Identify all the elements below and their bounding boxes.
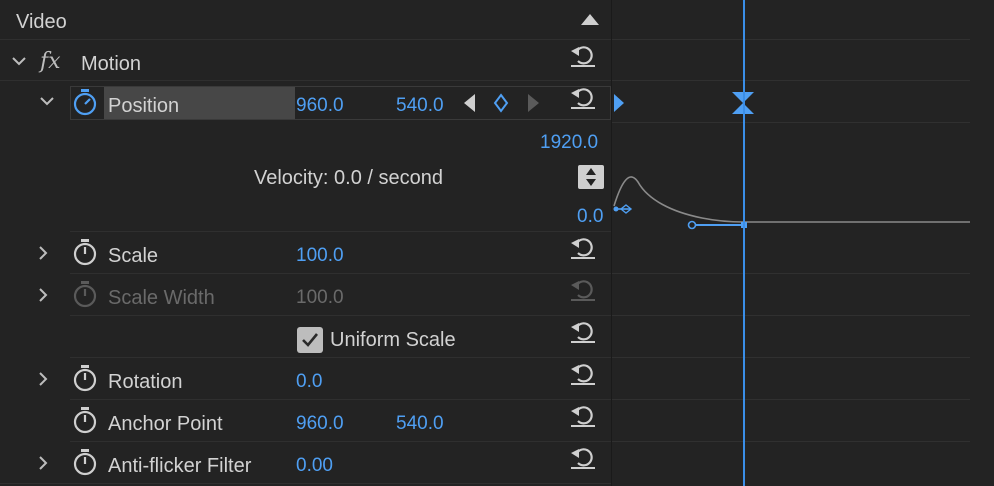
checkbox-icon bbox=[302, 333, 319, 347]
scale-width-label: Scale Width bbox=[108, 287, 215, 309]
effect-name: Motion bbox=[81, 53, 142, 75]
divider bbox=[70, 273, 611, 274]
divider bbox=[612, 357, 970, 358]
rotation-value[interactable]: 0.0 bbox=[296, 370, 322, 394]
keyframe-add-icon[interactable] bbox=[492, 93, 510, 113]
chevron-right-icon[interactable] bbox=[32, 242, 54, 264]
anchor-point-label: Anchor Point bbox=[108, 413, 223, 435]
divider bbox=[0, 39, 611, 40]
reset-icon[interactable] bbox=[568, 444, 598, 470]
uniform-scale-checkbox[interactable] bbox=[297, 327, 323, 353]
stopwatch-icon[interactable] bbox=[72, 364, 98, 392]
chevron-down-icon[interactable] bbox=[8, 50, 30, 72]
timeline-graph-area bbox=[612, 0, 994, 486]
position-y-value[interactable]: 540.0 bbox=[396, 94, 444, 118]
fx-icon[interactable]: fx bbox=[40, 50, 61, 74]
collapse-triangle-icon[interactable] bbox=[580, 12, 600, 26]
scale-width-value: 100.0 bbox=[296, 287, 344, 308]
anti-flicker-value[interactable]: 0.00 bbox=[296, 454, 333, 478]
divider bbox=[70, 357, 611, 358]
keyframe-in-marker-icon[interactable] bbox=[613, 93, 625, 113]
chevron-right-icon[interactable] bbox=[32, 452, 54, 474]
uniform-scale-label: Uniform Scale bbox=[330, 329, 456, 351]
divider bbox=[0, 80, 611, 81]
scale-value[interactable]: 100.0 bbox=[296, 244, 344, 268]
sort-icon[interactable] bbox=[578, 165, 604, 189]
reset-icon[interactable] bbox=[568, 402, 598, 428]
velocity-label: Velocity: 0.0 / second bbox=[254, 167, 444, 189]
reset-icon[interactable] bbox=[568, 360, 598, 386]
chevron-right-icon[interactable] bbox=[32, 368, 54, 390]
stopwatch-icon bbox=[73, 281, 97, 308]
divider bbox=[612, 122, 970, 123]
reset-icon[interactable] bbox=[568, 318, 598, 344]
divider bbox=[0, 483, 611, 484]
divider bbox=[70, 441, 611, 442]
section-title: Video bbox=[16, 11, 67, 33]
chevron-right-icon[interactable] bbox=[32, 284, 54, 306]
velocity-min-value: 0.0 bbox=[577, 206, 604, 227]
stopwatch-icon[interactable] bbox=[72, 88, 98, 116]
panel-divider[interactable] bbox=[611, 0, 612, 486]
divider bbox=[612, 39, 970, 40]
keyframe-next-icon[interactable] bbox=[527, 93, 541, 113]
divider bbox=[612, 399, 970, 400]
anti-flicker-label: Anti-flicker Filter bbox=[108, 455, 252, 477]
reset-icon[interactable] bbox=[568, 42, 598, 68]
divider bbox=[612, 441, 970, 442]
scale-label: Scale bbox=[108, 245, 159, 267]
reset-icon[interactable] bbox=[568, 234, 598, 260]
chevron-down-icon[interactable] bbox=[36, 90, 58, 112]
divider bbox=[70, 231, 611, 232]
stopwatch-icon[interactable] bbox=[72, 448, 98, 476]
stopwatch-icon[interactable] bbox=[72, 238, 98, 266]
position-label: Position bbox=[108, 95, 180, 117]
reset-icon bbox=[571, 280, 595, 301]
divider bbox=[70, 315, 611, 316]
position-x-value[interactable]: 960.0 bbox=[296, 94, 344, 118]
divider bbox=[612, 273, 970, 274]
playhead-line[interactable] bbox=[743, 0, 745, 486]
divider bbox=[612, 80, 970, 81]
reset-icon[interactable] bbox=[568, 84, 598, 110]
rotation-label: Rotation bbox=[108, 371, 183, 393]
divider bbox=[612, 315, 970, 316]
stopwatch-icon[interactable] bbox=[72, 406, 98, 434]
velocity-graph[interactable] bbox=[612, 160, 972, 240]
keyframe-prev-icon[interactable] bbox=[462, 93, 476, 113]
velocity-max-value: 1920.0 bbox=[540, 132, 599, 153]
divider bbox=[70, 399, 611, 400]
anchor-point-x-value[interactable]: 960.0 bbox=[296, 412, 344, 436]
anchor-point-y-value[interactable]: 540.0 bbox=[396, 412, 444, 436]
